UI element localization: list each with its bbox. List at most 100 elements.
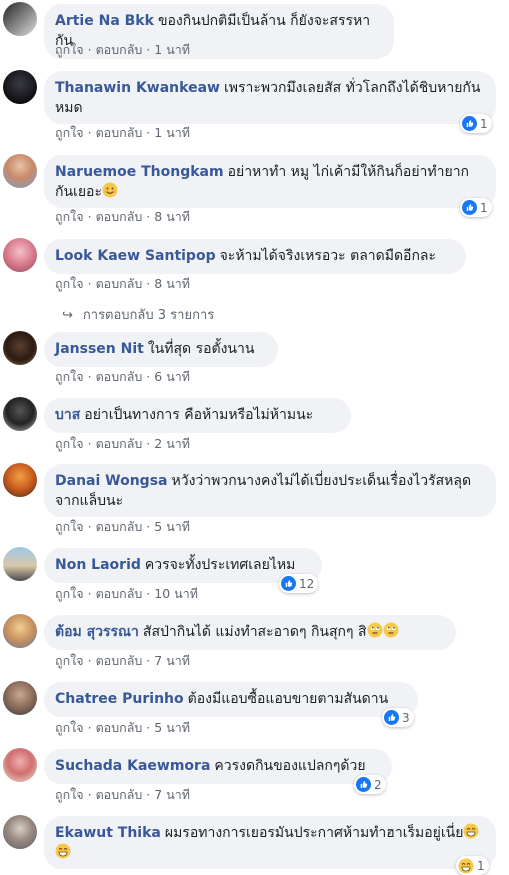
comment-bubble: บาส อย่าเป็นทางการ คือห้ามหรือไม่ห้ามนะ [44, 398, 351, 433]
thumbs-up-icon [384, 710, 399, 725]
comment-bubble: Naruemoe Thongkam อย่าหาทำ หมู ไก่เค้ามีใ… [44, 155, 496, 208]
comment-author[interactable]: Thanawin Kwankeaw [55, 80, 220, 96]
comment-author[interactable]: บาส [55, 407, 80, 423]
avatar[interactable] [3, 238, 37, 272]
comment-author[interactable]: Non Laorid [55, 557, 141, 573]
thumbs-up-icon [462, 200, 477, 215]
comment-text: ในที่สุด รอตั้งนาน [147, 341, 255, 357]
comment-author[interactable]: Danai Wongsa [55, 473, 168, 489]
like-button[interactable]: ถูกใจ [55, 586, 84, 601]
like-button[interactable]: ถูกใจ [55, 276, 84, 291]
avatar[interactable] [3, 331, 37, 365]
reply-button[interactable]: ตอบกลับ [96, 787, 143, 802]
comment-bubble: Danai Wongsa หวังว่าพวกนางคงไม่ได้เบี่ยงป… [44, 464, 496, 517]
comment-actions: ถูกใจ · ตอบกลับ · 2 นาที [55, 434, 190, 454]
comment-time[interactable]: 8 นาที [154, 209, 190, 224]
comment-time[interactable]: 5 นาที [154, 519, 190, 534]
reaction-badge[interactable]: 2 [354, 775, 386, 794]
reply-button[interactable]: ตอบกลับ [96, 653, 143, 668]
comment-bubble: Janssen Nit ในที่สุด รอตั้งนาน [44, 332, 278, 367]
reaction-badge[interactable]: 12 [279, 574, 319, 593]
grinning-emoji-icon [55, 843, 71, 859]
comment-time[interactable]: 10 นาที [154, 586, 198, 601]
rolling-eyes-emoji-icon [383, 622, 399, 638]
reaction-badge[interactable]: 1 [456, 856, 489, 875]
view-replies-link[interactable]: ↪ การตอบกลับ 3 รายการ [62, 304, 214, 325]
comment-bubble: Look Kaew Santipop จะห้ามได้จริงเหรอวะ ตล… [44, 239, 466, 274]
comment-text: ควรจะทั้งประเทศเลยไหม [144, 557, 296, 573]
comment-text: สัสป่ากินได้ แม่งทำสะอาดๆ กินสุกๆ สิ [142, 624, 367, 640]
reply-button[interactable]: ตอบกลับ [96, 519, 143, 534]
avatar[interactable] [3, 681, 37, 715]
comment-author[interactable]: Janssen Nit [55, 341, 144, 357]
rolling-eyes-emoji-icon [367, 622, 383, 638]
comment-author[interactable]: Suchada Kaewmora [55, 758, 210, 774]
comment-author[interactable]: Ekawut Thika [55, 825, 161, 841]
separator: · [146, 276, 151, 291]
comment-author[interactable]: Chatree Purinho [55, 691, 184, 707]
like-button[interactable]: ถูกใจ [55, 42, 84, 57]
comment-author[interactable]: Artie Na Bkk [55, 13, 154, 29]
reply-button[interactable]: ตอบกลับ [96, 42, 143, 57]
reply-button[interactable]: ตอบกลับ [96, 276, 143, 291]
comment-time[interactable]: 6 นาที [154, 369, 190, 384]
grinning-emoji-icon [463, 823, 479, 839]
comment-time[interactable]: 7 นาที [154, 653, 190, 668]
reaction-count: 1 [480, 200, 488, 215]
like-button[interactable]: ถูกใจ [55, 519, 84, 534]
reaction-badge[interactable]: 1 [460, 114, 492, 133]
separator: · [146, 42, 151, 57]
reaction-count: 1 [477, 858, 485, 873]
like-button[interactable]: ถูกใจ [55, 436, 84, 451]
comment-author[interactable]: Look Kaew Santipop [55, 248, 216, 264]
like-button[interactable]: ถูกใจ [55, 653, 84, 668]
reply-button[interactable]: ตอบกลับ [96, 436, 143, 451]
reply-arrow-icon: ↪ [62, 308, 73, 323]
separator: · [87, 720, 92, 735]
reply-button[interactable]: ตอบกลับ [96, 586, 143, 601]
comment-time[interactable]: 7 นาที [154, 787, 190, 802]
comment-author[interactable]: ต้อม สุวรรณา [55, 624, 139, 640]
comment-bubble: Ekawut Thika ผมรอทางการเยอรมันประกาศห้ามท… [44, 816, 496, 869]
reaction-badge[interactable]: 3 [382, 708, 414, 727]
avatar[interactable] [3, 547, 37, 581]
avatar[interactable] [3, 397, 37, 431]
separator: · [146, 369, 151, 384]
like-button[interactable]: ถูกใจ [55, 125, 84, 140]
avatar[interactable] [3, 748, 37, 782]
comment-time[interactable]: 1 นาที [154, 125, 190, 140]
separator: · [146, 787, 151, 802]
avatar[interactable] [3, 70, 37, 104]
smiling-emoji-icon [102, 182, 118, 198]
comment-actions: ถูกใจ · ตอบกลับ · 8 นาที [55, 207, 190, 227]
thumbs-up-icon [281, 576, 296, 591]
separator: · [87, 586, 92, 601]
comment-author[interactable]: Naruemoe Thongkam [55, 164, 224, 180]
avatar[interactable] [3, 2, 37, 36]
comment-time[interactable]: 2 นาที [154, 436, 190, 451]
separator: · [87, 42, 92, 57]
like-button[interactable]: ถูกใจ [55, 369, 84, 384]
comment-bubble: ต้อม สุวรรณา สัสป่ากินได้ แม่งทำสะอาดๆ กิ… [44, 615, 456, 650]
comment-actions: ถูกใจ · ตอบกลับ · 5 นาที [55, 517, 190, 537]
reply-button[interactable]: ตอบกลับ [96, 209, 143, 224]
avatar[interactable] [3, 463, 37, 497]
avatar[interactable] [3, 614, 37, 648]
avatar[interactable] [3, 154, 37, 188]
separator: · [146, 436, 151, 451]
like-button[interactable]: ถูกใจ [55, 209, 84, 224]
reaction-count: 12 [299, 576, 315, 591]
like-button[interactable]: ถูกใจ [55, 720, 84, 735]
comment-time[interactable]: 5 นาที [154, 720, 190, 735]
comment-text: จะห้ามได้จริงเหรอวะ ตลาดมืดอีกละ [219, 248, 437, 264]
like-button[interactable]: ถูกใจ [55, 787, 84, 802]
comment-actions: ถูกใจ · ตอบกลับ · 5 นาที [55, 718, 190, 738]
avatar[interactable] [3, 815, 37, 849]
reply-button[interactable]: ตอบกลับ [96, 125, 143, 140]
reply-button[interactable]: ตอบกลับ [96, 720, 143, 735]
reply-button[interactable]: ตอบกลับ [96, 369, 143, 384]
reaction-badge[interactable]: 1 [460, 198, 492, 217]
comment-actions: ถูกใจ · ตอบกลับ · 1 นาที [55, 40, 190, 60]
comment-time[interactable]: 1 นาที [154, 42, 190, 57]
comment-time[interactable]: 8 นาที [154, 276, 190, 291]
